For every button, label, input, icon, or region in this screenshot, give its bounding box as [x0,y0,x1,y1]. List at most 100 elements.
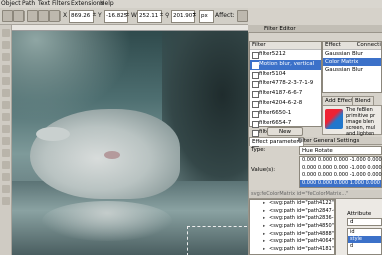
affect-stroke-icon[interactable] [237,10,248,22]
xml-node-text: <svg:path id="path4888"> [269,230,334,237]
spiral-tool-icon[interactable] [2,113,10,121]
unit-select[interactable]: px [199,10,214,23]
node-tool-icon[interactable] [2,41,10,49]
menu-help[interactable]: Help [100,0,114,8]
attribute-row[interactable]: id [348,229,381,236]
filter-name: filter4204-6-2-8 [259,99,303,106]
menu-text[interactable]: Text [38,0,50,8]
filter-row[interactable]: Motion blur, vertical [250,59,321,70]
color-matrix-values[interactable]: 0.000 0.000 0.000 -1.000 0.000 0.000 0.00… [299,156,382,188]
filter-checkbox[interactable] [252,52,259,59]
rect-tool-icon[interactable] [2,77,10,85]
values-label: Value(s): [251,167,276,173]
selection-bounding-box[interactable] [187,226,247,255]
matrix-row[interactable]: 0.000 0.000 0.000 -1.000 0.000 [300,165,382,173]
filter-row[interactable]: filter6650-1 [250,109,321,119]
filter-checkbox[interactable] [252,110,259,118]
attribute-row[interactable]: style [348,236,381,243]
filter-checkbox[interactable] [252,61,259,69]
separator [24,11,25,21]
star-tool-icon[interactable] [2,101,10,109]
attribute-list: id style d [347,228,382,255]
filter-checkbox[interactable] [252,120,259,128]
flip-horizontal-icon[interactable] [49,10,60,22]
type-select[interactable]: Hue Rotate [299,146,382,155]
x-field[interactable]: 869.26 [69,10,94,23]
parameter-tabs: Effect parameters Filter General Setting… [249,137,382,146]
gradient-tool-icon[interactable] [2,173,10,181]
expand-triangle-icon[interactable]: ▸ [263,246,265,254]
xml-node[interactable]: ▸ <svg:path id="path4064"> [250,238,334,246]
expand-triangle-icon[interactable]: ▸ [263,223,265,231]
tweak-tool-icon[interactable] [2,53,10,61]
filter-row[interactable]: filter4778-2-3-7-1-9 [250,79,321,89]
tab-filter-general-settings[interactable]: Filter General Settings [296,137,361,145]
expand-triangle-icon[interactable]: ▸ [263,231,265,239]
x-spinner-icon[interactable]: ± [92,11,97,20]
xml-node[interactable]: ▸ <svg:path id="path4181"> [250,246,334,254]
matrix-row[interactable]: 0.000 0.000 0.000 1.000 0.000 [300,179,381,187]
w-spinner-icon[interactable]: ± [159,11,164,20]
xml-node-text: <svg:path id="path4064"> [269,238,334,245]
menu-filters[interactable]: Filters [52,0,70,8]
filter-row[interactable]: filter4204-6-2-8 [250,99,321,109]
xml-node[interactable]: ▸ <svg:path id="path4888"> [250,231,334,239]
attribute-value-field[interactable]: d [347,218,382,226]
expand-triangle-icon[interactable]: ▸ [263,200,265,208]
y-spinner-icon[interactable]: ± [125,11,130,20]
xml-node[interactable]: ▸ <svg:path id="path2847-0"> [250,208,334,216]
filter-row[interactable]: filter4187-6-6-7 [250,89,321,99]
menu-object[interactable]: Object [1,0,21,8]
menu-extensions[interactable]: Extensions [71,0,104,8]
ellipse-tool-icon[interactable] [2,89,10,97]
attribute-row[interactable]: d [348,243,381,250]
lips [104,151,120,159]
xml-node[interactable]: ▸ <svg:path id="path4850"> [250,223,334,231]
xml-node[interactable]: ▸ <svg:path id="path2836-7"> [250,215,334,223]
filter-column-header[interactable]: Filter [250,42,321,50]
add-effect-bar: Add Effect: Blend [322,96,382,107]
matrix-row[interactable]: 0.000 0.000 0.000 -1.000 0.000 [300,172,382,180]
filter-checkbox[interactable] [252,71,259,79]
select-all-icon[interactable] [2,10,13,22]
effect-row[interactable]: Gaussian Blur [323,66,381,74]
blend-effect-icon [325,109,343,129]
expand-triangle-icon[interactable]: ▸ [263,215,265,223]
effect-row[interactable]: Gaussian Blur [323,50,381,58]
filter-row[interactable]: filter5104 [250,70,321,80]
rotate-ccw-icon[interactable] [27,10,38,22]
effect-column-header[interactable]: Effect Connecti [323,42,381,50]
pen-tool-icon[interactable] [2,137,10,145]
connections-header-text: Connecti [356,42,381,48]
effect-row[interactable]: Color Matrix [323,58,381,66]
bucket-tool-icon[interactable] [2,197,10,205]
menu-path[interactable]: Path [22,0,35,8]
dock-title: Filter Editor [248,25,382,33]
filter-checkbox[interactable] [252,81,259,89]
select-tool-icon[interactable] [2,29,10,37]
pencil-tool-icon[interactable] [2,125,10,133]
calligraphy-tool-icon[interactable] [2,149,10,157]
select-same-icon[interactable] [13,10,24,22]
filter-checkbox[interactable] [252,100,259,108]
filter-row[interactable]: filter5212 [250,50,321,60]
matrix-row[interactable]: 0.000 0.000 0.000 -1.000 0.000 [300,157,382,165]
h-spinner-icon[interactable]: ± [192,11,197,20]
canvas[interactable] [12,31,248,255]
dropper-tool-icon[interactable] [2,185,10,193]
filter-list: Filter filter5212 Motion blur, vertical fi… [249,41,322,148]
text-tool-icon[interactable] [2,161,10,169]
xml-node[interactable]: ▸ <svg:path id="path4122"> [250,200,334,208]
expand-triangle-icon[interactable]: ▸ [263,238,265,246]
filter-name: filter5104 [259,70,286,77]
zoom-tool-icon[interactable] [2,65,10,73]
xml-editor-header: svg:feColorMatrix id="feColorMatrix..." [249,190,382,199]
new-filter-button[interactable]: New [267,127,303,136]
expand-triangle-icon[interactable]: ▸ [263,208,265,216]
lock-icon[interactable]: ⚲ [165,12,169,19]
filter-checkbox[interactable] [252,91,259,99]
toolbox [0,25,12,255]
rotate-cw-icon[interactable] [38,10,49,22]
affect-label: Affect: [215,12,235,19]
type-label: Type: [251,147,266,153]
